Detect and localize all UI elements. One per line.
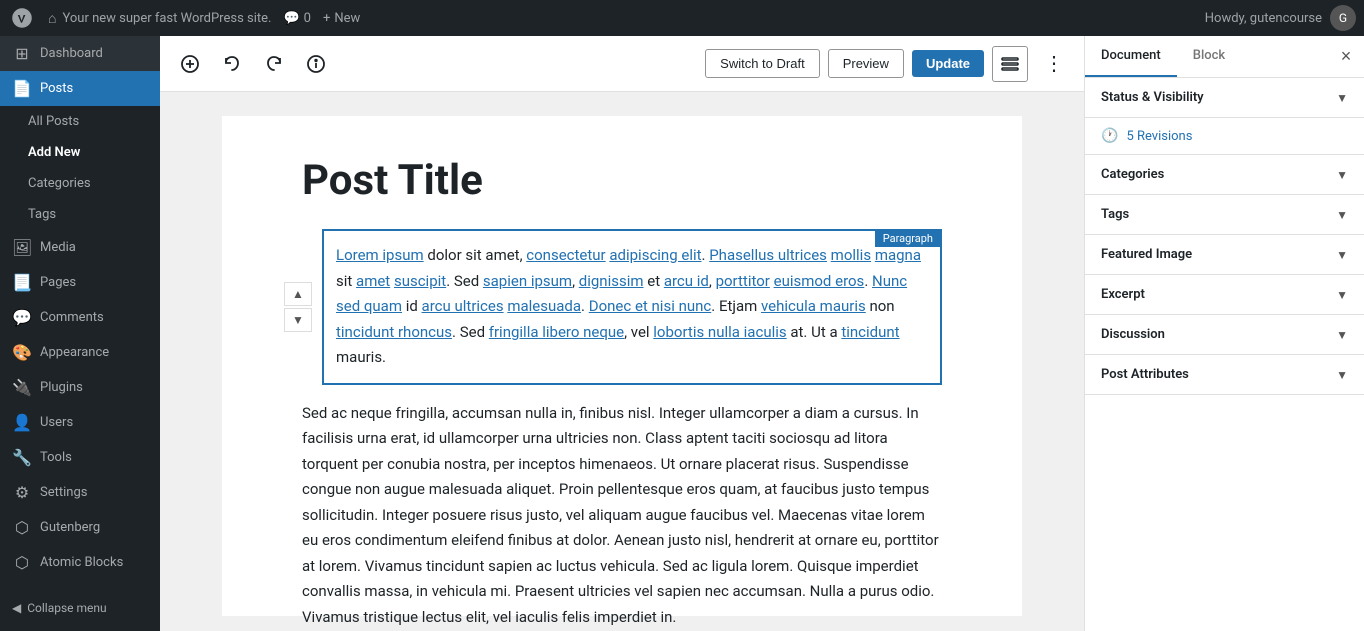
selected-block[interactable]: ▲ ▼ Paragraph Lorem ipsum dolor sit amet…: [322, 229, 942, 385]
sidebar-item-categories[interactable]: Categories: [0, 168, 160, 199]
comments-link[interactable]: 💬 0: [283, 11, 311, 26]
clock-icon: 🕐: [1101, 128, 1118, 144]
section-featured-image: Featured Image ▼: [1085, 235, 1364, 275]
section-discussion: Discussion ▼: [1085, 315, 1364, 355]
section-tags: Tags ▼: [1085, 195, 1364, 235]
atomic-blocks-icon: ⬡: [12, 553, 32, 572]
more-options-button[interactable]: ⋮: [1036, 46, 1072, 82]
section-post-attributes-header[interactable]: Post Attributes ▼: [1085, 355, 1364, 394]
gutenberg-icon: ⬡: [12, 518, 32, 537]
toolbar-left: [172, 46, 334, 82]
sidebar-item-media[interactable]: 🖼 Media: [0, 230, 160, 265]
section-categories-header[interactable]: Categories ▼: [1085, 155, 1364, 194]
undo-button[interactable]: [214, 46, 250, 82]
chevron-down-icon: ▼: [1336, 168, 1348, 182]
info-button[interactable]: [298, 46, 334, 82]
move-down-button[interactable]: ▼: [284, 308, 312, 332]
wp-logo-icon[interactable]: [8, 4, 36, 32]
sidebar-item-add-new[interactable]: Add New: [0, 137, 160, 168]
preview-button[interactable]: Preview: [828, 49, 904, 78]
collapse-menu-button[interactable]: ◀ Collapse menu: [0, 593, 160, 623]
chevron-down-icon: ▼: [1336, 91, 1348, 105]
section-excerpt-header[interactable]: Excerpt ▼: [1085, 275, 1364, 314]
sidebar-item-gutenberg[interactable]: ⬡ Gutenberg: [0, 510, 160, 545]
close-panel-button[interactable]: ×: [1328, 39, 1364, 75]
update-button[interactable]: Update: [912, 50, 984, 77]
move-up-button[interactable]: ▲: [284, 282, 312, 306]
tools-icon: 🔧: [12, 448, 32, 467]
comments-icon: 💬: [12, 308, 32, 327]
admin-bar: ⌂ Your new super fast WordPress site. 💬 …: [0, 0, 1364, 36]
tab-block[interactable]: Block: [1177, 36, 1241, 77]
editor-canvas: Post Title ▲ ▼ Paragraph Lorem ipsum dol…: [222, 116, 1022, 616]
sidebar-bottom: ◀ Collapse menu: [0, 593, 160, 631]
section-status-visibility: Status & Visibility ▼: [1085, 78, 1364, 118]
switch-to-draft-button[interactable]: Switch to Draft: [705, 49, 820, 78]
sidebar-item-tags[interactable]: Tags: [0, 199, 160, 230]
sidebar-item-tools[interactable]: 🔧 Tools: [0, 440, 160, 475]
section-post-attributes: Post Attributes ▼: [1085, 355, 1364, 395]
chevron-down-icon: ▼: [1336, 288, 1348, 302]
editor-toolbar: Switch to Draft Preview Update ⋮: [160, 36, 1084, 92]
section-categories: Categories ▼: [1085, 155, 1364, 195]
section-discussion-header[interactable]: Discussion ▼: [1085, 315, 1364, 354]
add-block-button[interactable]: [172, 46, 208, 82]
section-status-visibility-header[interactable]: Status & Visibility ▼: [1085, 78, 1364, 117]
post-title[interactable]: Post Title: [302, 156, 942, 205]
avatar[interactable]: G: [1330, 5, 1356, 31]
chevron-down-icon: ▼: [1336, 248, 1348, 262]
new-post-link[interactable]: + New: [323, 11, 360, 26]
sidebar-item-settings[interactable]: ⚙ Settings: [0, 475, 160, 510]
redo-button[interactable]: [256, 46, 292, 82]
chevron-down-icon: ▼: [1336, 208, 1348, 222]
posts-icon: 📄: [12, 79, 32, 98]
section-featured-image-header[interactable]: Featured Image ▼: [1085, 235, 1364, 274]
comment-bubble-icon: 💬: [283, 11, 299, 26]
block-arrows: ▲ ▼: [284, 282, 312, 332]
sidebar-item-pages[interactable]: 📃 Pages: [0, 265, 160, 300]
plugins-icon: 🔌: [12, 378, 32, 397]
panel-header: Document Block ×: [1085, 36, 1364, 78]
chevron-down-icon: ▼: [1336, 328, 1348, 342]
toolbar-right: Switch to Draft Preview Update ⋮: [705, 46, 1072, 82]
chevron-down-icon: ▼: [1336, 368, 1348, 382]
panel-body: Status & Visibility ▼ 🕐 5 Revisions Cate…: [1085, 78, 1364, 631]
sidebar-item-posts[interactable]: 📄 Posts: [0, 71, 160, 106]
appearance-icon: 🎨: [12, 343, 32, 362]
paragraph-2[interactable]: Sed ac neque fringilla, accumsan nulla i…: [302, 401, 942, 631]
block-type-label: Paragraph: [875, 230, 941, 247]
media-icon: 🖼: [12, 238, 32, 257]
sidebar-item-appearance[interactable]: 🎨 Appearance: [0, 335, 160, 370]
users-icon: 👤: [12, 413, 32, 432]
editor-wrapper: Switch to Draft Preview Update ⋮ Post Ti…: [160, 36, 1084, 631]
main-layout: ⊞ Dashboard 📄 Posts All Posts Add New Ca…: [0, 36, 1364, 631]
site-name-link[interactable]: ⌂ Your new super fast WordPress site.: [48, 10, 271, 27]
selected-paragraph-text[interactable]: Lorem ipsum dolor sit amet, consectetur …: [336, 243, 928, 371]
pages-icon: 📃: [12, 273, 32, 292]
sidebar-item-all-posts[interactable]: All Posts: [0, 106, 160, 137]
sidebar-item-comments[interactable]: 💬 Comments: [0, 300, 160, 335]
section-tags-header[interactable]: Tags ▼: [1085, 195, 1364, 234]
editor-content[interactable]: Post Title ▲ ▼ Paragraph Lorem ipsum dol…: [160, 92, 1084, 631]
sidebar-item-dashboard[interactable]: ⊞ Dashboard: [0, 36, 160, 71]
sidebar-item-users[interactable]: 👤 Users: [0, 405, 160, 440]
sidebar: ⊞ Dashboard 📄 Posts All Posts Add New Ca…: [0, 36, 160, 631]
sidebar-item-plugins[interactable]: 🔌 Plugins: [0, 370, 160, 405]
howdy-section: Howdy, gutencourse G: [1205, 5, 1356, 31]
plus-icon: +: [323, 11, 330, 26]
settings-panel-button[interactable]: [992, 46, 1028, 82]
right-panel: Document Block × Status & Visibility ▼ 🕐…: [1084, 36, 1364, 631]
revisions-link[interactable]: 🕐 5 Revisions: [1085, 118, 1364, 155]
sidebar-item-atomic-blocks[interactable]: ⬡ Atomic Blocks: [0, 545, 160, 580]
collapse-icon: ◀: [12, 601, 21, 615]
dashboard-icon: ⊞: [12, 44, 32, 63]
section-excerpt: Excerpt ▼: [1085, 275, 1364, 315]
home-icon: ⌂: [48, 10, 56, 27]
settings-icon: ⚙: [12, 483, 32, 502]
tab-document[interactable]: Document: [1085, 36, 1177, 77]
